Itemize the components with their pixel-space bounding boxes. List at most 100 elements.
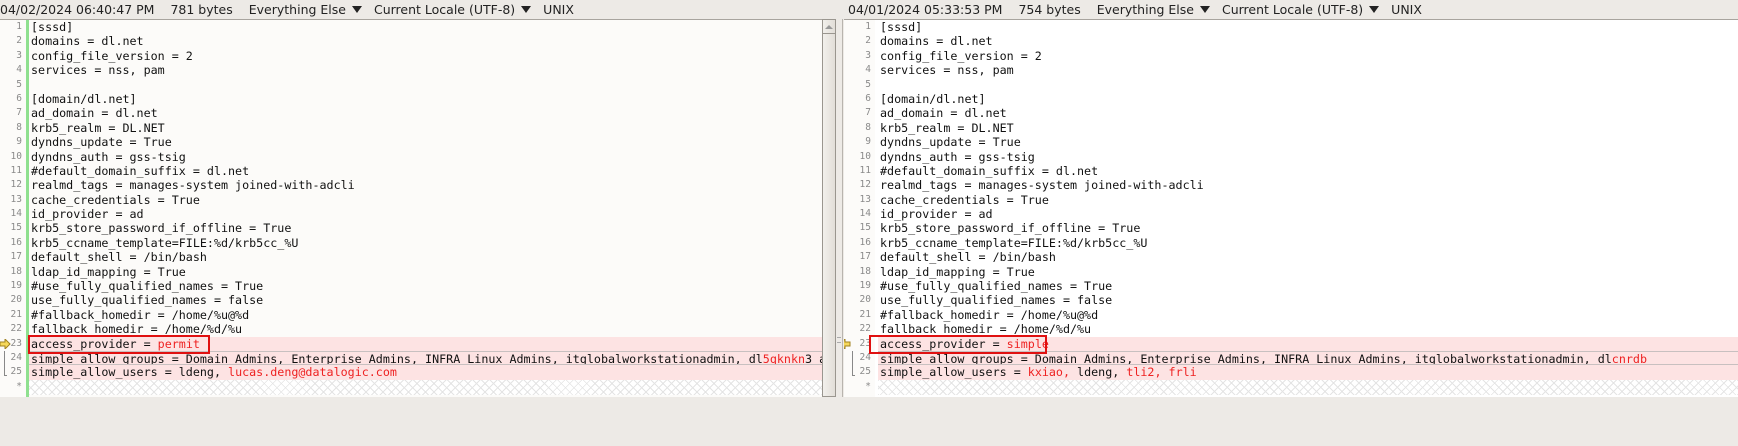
- right-text-area[interactable]: [sssd] domains = dl.net config_file_versio…: [878, 20, 1738, 397]
- code-line[interactable]: fallback_homedir = /home/%d/%u: [29, 322, 822, 336]
- code-line[interactable]: id_provider = ad: [29, 207, 822, 221]
- chevron-down-icon[interactable]: [1369, 5, 1380, 13]
- code-line[interactable]: krb5_store_password_if_offline = True: [878, 221, 1738, 235]
- code-line[interactable]: #default_domain_suffix = dl.net: [878, 164, 1738, 178]
- arrow-right-icon[interactable]: [0, 337, 11, 350]
- line-text: [domain/dl.net]: [880, 91, 986, 106]
- code-line[interactable]: [sssd]: [29, 20, 822, 34]
- line-number: 14: [859, 208, 871, 220]
- right-editor-pane[interactable]: 1 2 3 4 5 6 7 8 9 10 11 12 13 14 15 16 17 18 19 20 21 22 23 24 2…: [844, 19, 1738, 397]
- line-text: dyndns_update = True: [880, 135, 1021, 150]
- code-line[interactable]: fallback_homedir = /home/%d/%u: [878, 322, 1738, 336]
- code-line[interactable]: [domain/dl.net]: [29, 92, 822, 106]
- line-number: 25: [844, 365, 871, 379]
- code-line[interactable]: services = nss, pam: [29, 63, 822, 77]
- left-text-area[interactable]: [sssd] domains = dl.net config_file_versio…: [29, 20, 822, 397]
- code-line[interactable]: cache_credentials = True: [29, 193, 822, 207]
- code-line[interactable]: cache_credentials = True: [878, 193, 1738, 207]
- chevron-down-icon[interactable]: [1199, 5, 1210, 13]
- changed-text: tli2, frli: [1126, 365, 1197, 380]
- line-number: 14: [10, 208, 22, 220]
- line-number: 19: [859, 280, 871, 292]
- code-line[interactable]: krb5_ccname_template=FILE:%d/krb5cc_%U: [29, 236, 822, 250]
- line-text: realmd_tags = manages-system joined-with…: [880, 178, 1204, 193]
- line-text: cache_credentials = True: [31, 192, 200, 207]
- code-line[interactable]: access_provider = simple: [878, 336, 1738, 351]
- code-line[interactable]: #use_fully_qualified_names = True: [29, 279, 822, 293]
- changed-text: simple: [1006, 336, 1049, 351]
- chevron-down-icon[interactable]: [351, 5, 362, 13]
- arrow-left-icon[interactable]: [844, 337, 851, 350]
- code-line[interactable]: realmd_tags = manages-system joined-with…: [29, 178, 822, 192]
- right-gutter: 1 2 3 4 5 6 7 8 9 10 11 12 13 14 15 16 17 18 19 20 21 22 23 24 2…: [844, 20, 875, 397]
- line-text: id_provider = ad: [880, 207, 993, 222]
- line-text: #use_fully_qualified_names = True: [880, 279, 1113, 294]
- code-line[interactable]: krb5_realm = DL.NET: [878, 121, 1738, 135]
- line-number: 3: [865, 49, 871, 61]
- code-line[interactable]: krb5_store_password_if_offline = True: [29, 221, 822, 235]
- code-line[interactable]: [29, 78, 822, 92]
- code-line[interactable]: #default_domain_suffix = dl.net: [29, 164, 822, 178]
- line-text: fallback_homedir = /home/%d/%u: [31, 322, 243, 337]
- code-line[interactable]: config_file_version = 2: [878, 49, 1738, 63]
- left-editor-pane[interactable]: 1 2 3 4 5 6 7 8 9 10 11 12 13 14 15 16 17 18 19 20 21 22 23 24 2…: [0, 19, 822, 397]
- code-line[interactable]: simple_allow_users = kxiao, ldeng, tli2,…: [878, 365, 1738, 380]
- line-text: krb5_ccname_template=FILE:%d/krb5cc_%U: [31, 235, 299, 250]
- line-number: 23: [0, 337, 22, 351]
- line-number: 4: [865, 64, 871, 76]
- code-line[interactable]: ldap_id_mapping = True: [29, 265, 822, 279]
- code-line[interactable]: simple_allow_groups = Domain Admins, Ent…: [29, 350, 822, 366]
- left-filter-dropdown[interactable]: Everything Else: [249, 2, 346, 17]
- left-vertical-scrollbar[interactable]: [822, 19, 836, 397]
- line-text: dyndns_auth = gss-tsig: [880, 149, 1035, 164]
- code-line[interactable]: dyndns_auth = gss-tsig: [878, 150, 1738, 164]
- left-encoding-dropdown[interactable]: Current Locale (UTF-8): [374, 2, 515, 17]
- line-text: [sssd]: [31, 20, 74, 34]
- line-text: krb5_ccname_template=FILE:%d/krb5cc_%U: [880, 235, 1148, 250]
- code-line[interactable]: [domain/dl.net]: [878, 92, 1738, 106]
- code-line[interactable]: domains = dl.net: [878, 34, 1738, 48]
- code-line[interactable]: [sssd]: [878, 20, 1738, 34]
- code-line[interactable]: #fallback_homedir = /home/%u@%d: [878, 308, 1738, 322]
- line-number: 18: [859, 265, 871, 277]
- chevron-down-icon[interactable]: [521, 5, 532, 13]
- right-encoding-dropdown[interactable]: Current Locale (UTF-8): [1222, 2, 1363, 17]
- line-number: 24: [844, 350, 871, 366]
- code-line[interactable]: use_fully_qualified_names = false: [29, 293, 822, 307]
- code-line[interactable]: ad_domain = dl.net: [29, 106, 822, 120]
- end-marker: *: [865, 380, 871, 392]
- code-line[interactable]: dyndns_update = True: [29, 135, 822, 149]
- code-line[interactable]: domains = dl.net: [29, 34, 822, 48]
- code-line[interactable]: default_shell = /bin/bash: [878, 250, 1738, 264]
- line-number: 10: [10, 150, 22, 162]
- code-line[interactable]: access_provider = permit: [29, 336, 822, 351]
- code-line[interactable]: krb5_ccname_template=FILE:%d/krb5cc_%U: [878, 236, 1738, 250]
- changed-text: 5qknkn: [762, 351, 806, 366]
- code-line[interactable]: [878, 78, 1738, 92]
- code-line[interactable]: dyndns_auth = gss-tsig: [29, 150, 822, 164]
- line-text: dyndns_auth = gss-tsig: [31, 149, 186, 164]
- code-line[interactable]: ldap_id_mapping = True: [878, 265, 1738, 279]
- code-line[interactable]: use_fully_qualified_names = false: [878, 293, 1738, 307]
- code-line[interactable]: #fallback_homedir = /home/%u@%d: [29, 308, 822, 322]
- line-number: 12: [859, 179, 871, 191]
- line-text: domains = dl.net: [31, 34, 144, 49]
- code-line[interactable]: krb5_realm = DL.NET: [29, 121, 822, 135]
- code-line[interactable]: dyndns_update = True: [878, 135, 1738, 149]
- code-line[interactable]: realmd_tags = manages-system joined-with…: [878, 178, 1738, 192]
- line-number: 12: [10, 179, 22, 191]
- line-number: 7: [865, 107, 871, 119]
- pane-splitter[interactable]: [836, 19, 843, 397]
- line-number: 9: [865, 136, 871, 148]
- code-line[interactable]: config_file_version = 2: [29, 49, 822, 63]
- right-filter-dropdown[interactable]: Everything Else: [1097, 2, 1194, 17]
- code-line[interactable]: simple_allow_users = ldeng, lucas.deng@d…: [29, 365, 822, 380]
- code-line[interactable]: default_shell = /bin/bash: [29, 250, 822, 264]
- code-line[interactable]: ad_domain = dl.net: [878, 106, 1738, 120]
- code-line[interactable]: simple_allow_groups = Domain Admins, Ent…: [878, 350, 1738, 366]
- line-number: 3: [16, 49, 22, 61]
- code-line[interactable]: id_provider = ad: [878, 207, 1738, 221]
- code-line[interactable]: services = nss, pam: [878, 63, 1738, 77]
- code-line[interactable]: #use_fully_qualified_names = True: [878, 279, 1738, 293]
- scroll-up-arrow-icon[interactable]: [823, 20, 835, 34]
